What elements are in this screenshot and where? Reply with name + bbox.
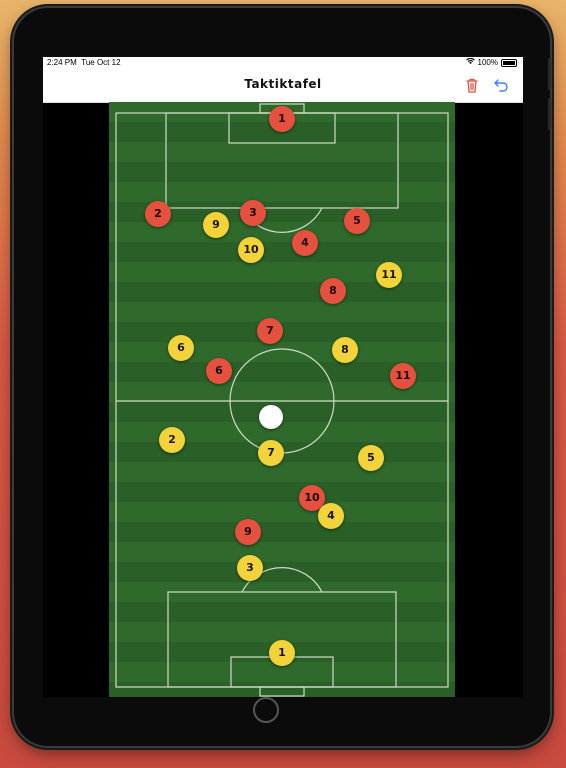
page-title: Taktiktafel xyxy=(244,77,322,91)
undo-icon[interactable] xyxy=(492,76,510,94)
yellow-player-token[interactable]: 10 xyxy=(238,237,264,263)
football-pitch[interactable] xyxy=(109,102,455,697)
yellow-player-token[interactable]: 11 xyxy=(376,262,402,288)
red-player-token[interactable]: 7 xyxy=(257,318,283,344)
yellow-player-token[interactable]: 5 xyxy=(358,445,384,471)
wifi-icon xyxy=(465,57,475,69)
status-date: Tue Oct 12 xyxy=(81,58,121,67)
red-player-token[interactable]: 1 xyxy=(269,106,295,132)
screen: 2:24 PM Tue Oct 12 100% Taktiktafel 1 2 … xyxy=(43,57,523,697)
red-player-token[interactable]: 4 xyxy=(292,230,318,256)
status-right: 100% xyxy=(465,57,517,69)
yellow-player-token[interactable]: 9 xyxy=(203,212,229,238)
status-time-date: 2:24 PM Tue Oct 12 xyxy=(47,57,121,69)
red-player-token[interactable]: 6 xyxy=(206,358,232,384)
red-player-token[interactable]: 11 xyxy=(390,363,416,389)
yellow-player-token[interactable]: 2 xyxy=(159,427,185,453)
yellow-player-token[interactable]: 4 xyxy=(318,503,344,529)
red-player-token[interactable]: 2 xyxy=(145,201,171,227)
red-player-token[interactable]: 5 xyxy=(344,208,370,234)
yellow-player-token[interactable]: 6 xyxy=(168,335,194,361)
battery-icon xyxy=(501,59,517,67)
red-player-token[interactable]: 3 xyxy=(240,200,266,226)
status-bar: 2:24 PM Tue Oct 12 100% xyxy=(43,57,523,69)
red-player-token[interactable]: 8 xyxy=(320,278,346,304)
trash-icon[interactable] xyxy=(463,76,481,94)
volume-button xyxy=(548,58,551,90)
ball[interactable] xyxy=(259,405,283,429)
navigation-bar: Taktiktafel xyxy=(43,69,523,103)
yellow-player-token[interactable]: 8 xyxy=(332,337,358,363)
red-player-token[interactable]: 9 xyxy=(235,519,261,545)
yellow-player-token[interactable]: 7 xyxy=(258,440,284,466)
home-button[interactable] xyxy=(253,697,279,723)
yellow-player-token[interactable]: 1 xyxy=(269,640,295,666)
pitch-markings xyxy=(115,103,449,697)
status-time: 2:24 PM xyxy=(47,58,77,67)
yellow-player-token[interactable]: 3 xyxy=(237,555,263,581)
volume-button xyxy=(548,98,551,130)
battery-percent: 100% xyxy=(477,58,498,67)
